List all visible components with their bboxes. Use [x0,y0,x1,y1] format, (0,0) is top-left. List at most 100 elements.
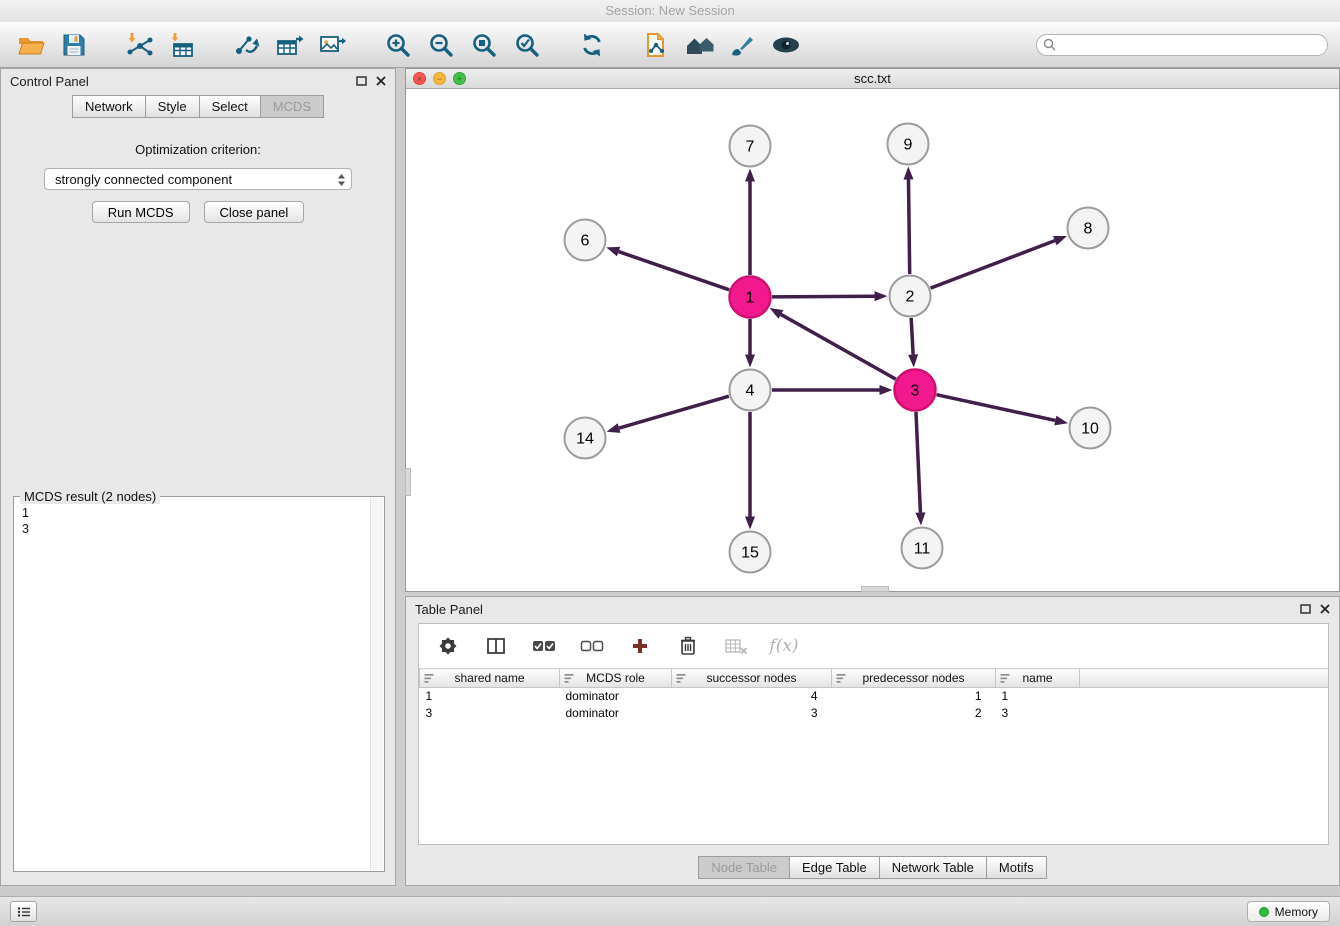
graph-edge-1-2[interactable] [772,296,875,297]
graph-node-9[interactable]: 9 [888,124,929,165]
window-zoom-button[interactable]: + [453,72,466,85]
tab-network[interactable]: Network [72,95,145,118]
tab-style[interactable]: Style [145,95,199,118]
graph-edge-3-1[interactable] [781,314,896,379]
zoom-out-button[interactable] [422,26,459,64]
graph-node-8[interactable]: 8 [1068,208,1109,249]
table-row[interactable]: 3dominator323 [420,705,1329,722]
graph-edge-4-14[interactable] [619,396,729,428]
dropdown-stepper-icon [337,173,346,190]
refresh-view-button[interactable] [573,26,610,64]
graph-edge-arrowhead [903,166,913,179]
graph-node-7[interactable]: 7 [730,126,771,167]
table-settings-button[interactable] [435,633,461,659]
network-canvas[interactable]: 7 9 6 8 1 2 4 3 14 10 15 11 [406,90,1339,591]
graph-edge-arrowhead [1054,416,1068,426]
network-graph: 7 9 6 8 1 2 4 3 14 10 15 11 [406,90,1339,592]
open-folder-icon [17,33,45,57]
export-network-button[interactable] [228,26,265,64]
show-columns-button[interactable] [483,633,509,659]
clear-table-button[interactable] [723,633,749,659]
open-session-button[interactable] [681,26,718,64]
graph-edge-arrowhead [607,423,621,433]
window-minimize-button[interactable]: − [433,72,446,85]
deselect-all-icon [580,639,604,653]
import-network-button[interactable] [120,26,157,64]
zoom-in-button[interactable] [379,26,416,64]
result-scrollbar[interactable] [370,498,383,870]
delete-column-button[interactable] [675,633,701,659]
graph-node-11[interactable]: 11 [902,528,943,569]
splitter-handle-horizontal[interactable] [861,586,889,592]
close-panel-button[interactable] [376,74,386,89]
column-header-name[interactable]: name [996,669,1080,688]
graph-edge-arrowhead [606,247,620,256]
window-close-button[interactable]: × [413,72,426,85]
graph-edge-3-10[interactable] [936,395,1055,421]
graph-node-1[interactable]: 1 [730,277,771,318]
apply-function-button[interactable]: f(x) [771,633,797,659]
add-column-button[interactable] [627,633,653,659]
svg-text:11: 11 [914,541,931,558]
table-cell-filler [1080,688,1329,705]
save-session-button[interactable] [55,26,92,64]
tab-node-table[interactable]: Node Table [698,856,789,879]
graph-node-6[interactable]: 6 [565,220,606,261]
tab-motifs[interactable]: Motifs [986,856,1047,879]
network-window-title: scc.txt [406,71,1339,86]
float-panel-button[interactable] [356,74,367,89]
zoom-fit-button[interactable] [465,26,502,64]
show-hide-graphics-button[interactable] [767,26,804,64]
search-input[interactable] [1036,34,1328,56]
graph-node-2[interactable]: 2 [890,276,931,317]
tab-network-table[interactable]: Network Table [879,856,986,879]
graph-node-3[interactable]: 3 [895,370,936,411]
table-cell: 1 [420,688,560,705]
close-mcds-panel-button[interactable]: Close panel [204,201,305,223]
graph-node-15[interactable]: 15 [730,532,771,573]
select-all-button[interactable] [531,633,557,659]
clone-network-button[interactable] [638,26,675,64]
import-table-button[interactable] [163,26,200,64]
svg-text:14: 14 [576,431,594,448]
network-window-titlebar[interactable]: × − + scc.txt [406,69,1339,89]
clone-network-icon [644,32,670,58]
graph-node-14[interactable]: 14 [565,418,606,459]
export-image-button[interactable] [314,26,351,64]
memory-button[interactable]: Memory [1247,901,1330,922]
column-header-successor-nodes[interactable]: successor nodes [672,669,832,688]
apply-style-button[interactable] [724,26,761,64]
column-header-shared-name[interactable]: shared name [420,669,560,688]
run-mcds-button[interactable]: Run MCDS [92,201,190,223]
column-header-predecessor-nodes[interactable]: predecessor nodes [832,669,996,688]
zoom-out-icon [428,32,454,58]
sort-icon [564,673,574,687]
tab-select[interactable]: Select [199,95,260,118]
table-cell: 3 [672,705,832,722]
graph-node-4[interactable]: 4 [730,370,771,411]
column-header-MCDS-role[interactable]: MCDS role [560,669,672,688]
column-header-label: shared name [454,671,524,685]
graph-edge-3-11[interactable] [916,412,920,513]
graph-edge-1-6[interactable] [619,252,730,290]
graph-edge-2-9[interactable] [908,179,909,274]
float-table-panel-button[interactable] [1300,602,1311,617]
open-file-button[interactable] [12,26,49,64]
table-row[interactable]: 1dominator411 [420,688,1329,705]
app-title-bar: Session: New Session [0,0,1340,22]
task-history-button[interactable] [10,901,37,922]
optimization-criterion-label: Optimization criterion: [1,142,395,157]
zoom-selected-button[interactable] [508,26,545,64]
close-table-panel-button[interactable] [1320,602,1330,617]
criterion-dropdown[interactable]: strongly connected component [44,168,352,190]
tab-edge-table[interactable]: Edge Table [789,856,879,879]
graph-edge-2-3[interactable] [911,318,913,355]
memory-status-dot [1259,907,1269,917]
deselect-all-button[interactable] [579,633,605,659]
table-cell: dominator [560,705,672,722]
tab-mcds[interactable]: MCDS [260,95,324,118]
graph-edge-2-8[interactable] [931,241,1055,288]
splitter-handle-vertical[interactable] [405,468,411,496]
graph-node-10[interactable]: 10 [1070,408,1111,449]
export-table-button[interactable] [271,26,308,64]
